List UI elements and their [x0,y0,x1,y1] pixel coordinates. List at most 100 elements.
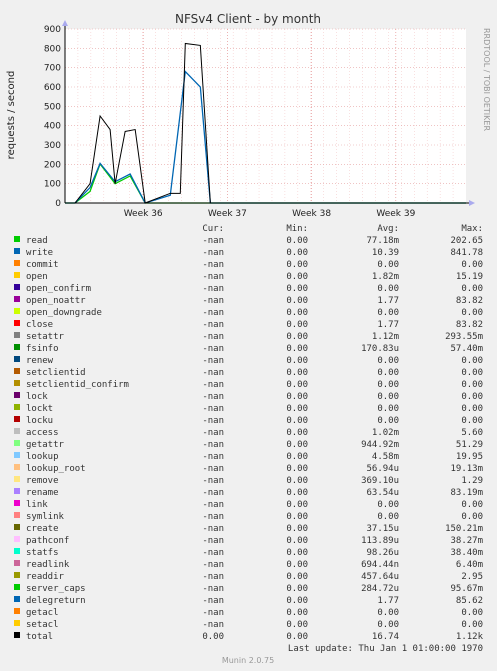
legend-swatch-lookup [14,452,20,458]
legend-max-commit: 0.00 [461,260,483,270]
legend-min-setattr: 0.00 [286,332,308,342]
legend-max-fsinfo: 57.40m [450,344,483,354]
legend-cur-open: -nan [202,272,224,282]
legend-avg-open_confirm: 0.00 [377,284,399,294]
legend-avg-link: 0.00 [377,500,399,510]
legend-min-write: 0.00 [286,248,308,258]
legend-min-read: 0.00 [286,236,308,246]
legend-label-lockt: lockt [26,404,53,414]
legend-swatch-locku [14,416,20,422]
legend-max-lock: 0.00 [461,392,483,402]
legend-swatch-readlink [14,560,20,566]
legend-cur-remove: -nan [202,476,224,486]
legend-swatch-create [14,524,20,530]
legend-cur-statfs: -nan [202,548,224,558]
legend-swatch-open_confirm [14,284,20,290]
y-tick-label: 900 [44,25,61,35]
last-update-label: Last update: Thu Jan 1 01:00:00 1970 [288,644,483,654]
legend-cur-readdir: -nan [202,572,224,582]
legend-label-lock: lock [26,392,48,402]
legend-max-lockt: 0.00 [461,404,483,414]
legend-max-open: 15.19 [456,272,483,282]
legend-label-total: total [26,632,53,642]
y-axis-arrow [62,20,68,26]
legend-avg-setacl: 0.00 [377,620,399,630]
legend-max-locku: 0.00 [461,416,483,426]
legend-max-open_downgrade: 0.00 [461,308,483,318]
legend-swatch-setclientid_confirm [14,380,20,386]
legend-avg-symlink: 0.00 [377,512,399,522]
legend-swatch-remove [14,476,20,482]
legend-avg-commit: 0.00 [377,260,399,270]
legend-avg-lock: 0.00 [377,392,399,402]
legend-max-rename: 83.19m [450,488,483,498]
legend-avg-open_noattr: 1.77 [377,296,399,306]
legend-label-statfs: statfs [26,548,59,558]
rrdtool-vendor-label: RRDTOOL / TOBI OETIKER [482,28,491,131]
legend-label-lookup: lookup [26,452,59,462]
legend-max-setattr: 293.55m [445,332,483,342]
legend-min-commit: 0.00 [286,260,308,270]
y-tick-label: 800 [44,44,61,54]
legend-avg-lockt: 0.00 [377,404,399,414]
legend-max-readdir: 2.95 [461,572,483,582]
legend-swatch-close [14,320,20,326]
legend-swatch-write [14,248,20,254]
x-tick-label: Week 37 [208,209,247,219]
legend-avg-renew: 0.00 [377,356,399,366]
legend-avg-readdir: 457.64u [361,572,399,582]
legend-max-close: 83.82 [456,320,483,330]
legend-swatch-commit [14,260,20,266]
legend-cur-getattr: -nan [202,440,224,450]
legend-avg-setclientid: 0.00 [377,368,399,378]
legend-label-pathconf: pathconf [26,536,69,546]
legend-min-open: 0.00 [286,272,308,282]
legend-cur-lookup: -nan [202,452,224,462]
legend-max-delegreturn: 85.62 [456,596,483,606]
legend-min-close: 0.00 [286,320,308,330]
legend-avg-pathconf: 113.89u [361,536,399,546]
legend-label-commit: commit [26,260,59,270]
legend-min-server_caps: 0.00 [286,584,308,594]
legend-max-renew: 0.00 [461,356,483,366]
legend-label-renew: renew [26,356,54,366]
legend-cur-pathconf: -nan [202,536,224,546]
legend-swatch-setacl [14,620,20,626]
legend-avg-lookup_root: 56.94u [366,464,399,474]
legend-swatch-fsinfo [14,344,20,350]
legend-max-total: 1.12k [456,632,484,642]
legend-avg-statfs: 98.26u [366,548,399,558]
legend-min-symlink: 0.00 [286,512,308,522]
legend-min-getacl: 0.00 [286,608,308,618]
legend-max-create: 150.21m [445,524,483,534]
legend-cur-symlink: -nan [202,512,224,522]
legend-min-setacl: 0.00 [286,620,308,630]
legend-avg-setclientid_confirm: 0.00 [377,380,399,390]
legend-swatch-open_noattr [14,296,20,302]
legend-min-getattr: 0.00 [286,440,308,450]
legend-min-readdir: 0.00 [286,572,308,582]
legend-swatch-statfs [14,548,20,554]
legend-min-open_confirm: 0.00 [286,284,308,294]
legend-min-fsinfo: 0.00 [286,344,308,354]
legend-cur-lookup_root: -nan [202,464,224,474]
legend-cur-setclientid: -nan [202,368,224,378]
legend-swatch-pathconf [14,536,20,542]
legend-swatch-delegreturn [14,596,20,602]
legend-cur-renew: -nan [202,356,224,366]
x-tick-label: Week 36 [124,209,163,219]
y-tick-label: 100 [44,180,61,190]
legend-label-server_caps: server_caps [26,584,86,594]
legend-swatch-read [14,236,20,242]
legend-max-access: 5.60 [461,428,483,438]
legend-label-open_noattr: open_noattr [26,296,86,306]
legend-label-readdir: readdir [26,572,65,582]
legend-min-locku: 0.00 [286,416,308,426]
legend-cur-total: 0.00 [202,632,224,642]
legend-avg-server_caps: 284.72u [361,584,399,594]
legend-max-pathconf: 38.27m [450,536,483,546]
legend-max-statfs: 38.40m [450,548,483,558]
legend-swatch-symlink [14,512,20,518]
legend-cur-open_downgrade: -nan [202,308,224,318]
legend-cur-open_noattr: -nan [202,296,224,306]
